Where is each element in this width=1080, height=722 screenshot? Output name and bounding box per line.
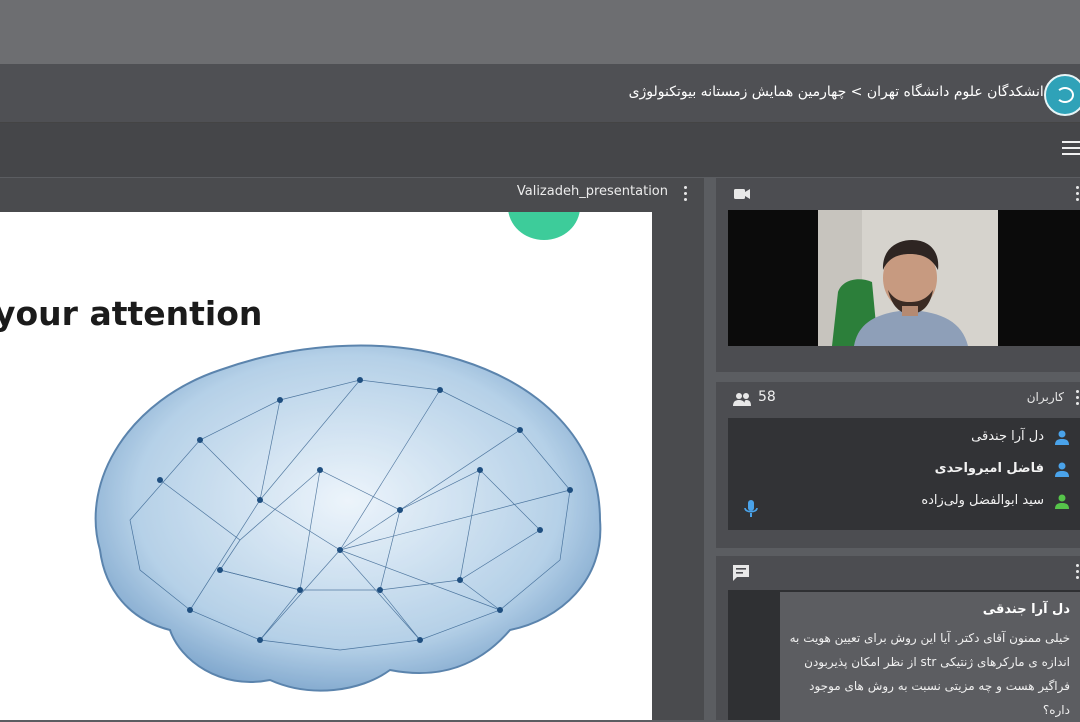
users-options-icon[interactable] xyxy=(1076,390,1080,406)
user-name: دل آرا جندقی xyxy=(971,429,1044,444)
title-bar: دانشکدگان علوم دانشگاه تهران > چهارمین ه… xyxy=(0,64,1080,123)
user-icon xyxy=(1055,430,1069,445)
chat-sender: دل آرا جندقی xyxy=(982,602,1070,617)
chat-panel: دل آرا جندقی خیلی ممنون آقای دکتر. آیا ا… xyxy=(716,556,1080,720)
chat-message: دل آرا جندقی خیلی ممنون آقای دکتر. آیا ا… xyxy=(780,592,1080,720)
slide-canvas: your attention xyxy=(0,212,652,720)
chat-messages: دل آرا جندقی خیلی ممنون آقای دکتر. آیا ا… xyxy=(728,590,1080,720)
slide-accent-circle xyxy=(508,212,580,240)
presentation-header: Valizadeh_presentation xyxy=(0,178,704,210)
chat-text: خیلی ممنون آقای دکتر. آیا این روش برای ت… xyxy=(789,631,1070,717)
top-strip xyxy=(0,0,1080,64)
presenter-video xyxy=(818,210,998,346)
users-header: 58 کاربران xyxy=(716,382,1080,416)
chat-options-icon[interactable] xyxy=(1076,564,1080,580)
camera-icon[interactable] xyxy=(734,188,750,200)
user-icon xyxy=(1055,462,1069,477)
toolbar xyxy=(0,123,1080,177)
user-list-item[interactable]: فاضل امیرواحدی xyxy=(728,458,1080,482)
user-list-item[interactable]: دل آرا جندقی xyxy=(728,426,1080,450)
chat-icon[interactable] xyxy=(732,564,750,582)
chat-header xyxy=(716,556,1080,590)
users-count: 58 xyxy=(758,389,776,405)
presentation-filename: Valizadeh_presentation xyxy=(516,184,668,199)
hamburger-menu-icon[interactable] xyxy=(1062,141,1080,157)
presentation-options-icon[interactable] xyxy=(684,186,688,202)
webcam-options-icon[interactable] xyxy=(1076,186,1080,202)
user-name: سید ابوالفضل ولی‌زاده xyxy=(921,493,1044,508)
presenter-user-icon xyxy=(1055,494,1069,509)
presentation-panel: Valizadeh_presentation your attention xyxy=(0,178,704,720)
university-logo-icon[interactable] xyxy=(1044,74,1080,116)
users-panel: 58 کاربران دل آرا جندقی فاضل امیرواحدی س… xyxy=(716,382,1080,548)
users-list: دل آرا جندقی فاضل امیرواحدی سید ابوالفضل… xyxy=(728,418,1080,530)
users-label: کاربران xyxy=(1026,390,1064,404)
user-name: فاضل امیرواحدی xyxy=(934,461,1044,476)
webcam-panel xyxy=(716,178,1080,372)
users-icon xyxy=(733,393,751,406)
meeting-breadcrumb[interactable]: دانشکدگان علوم دانشگاه تهران > چهارمین ه… xyxy=(629,84,1050,100)
video-frame xyxy=(728,210,1080,346)
microphone-icon[interactable] xyxy=(744,500,758,518)
user-list-item[interactable]: سید ابوالفضل ولی‌زاده xyxy=(728,490,1080,514)
brain-network-icon xyxy=(94,344,602,692)
